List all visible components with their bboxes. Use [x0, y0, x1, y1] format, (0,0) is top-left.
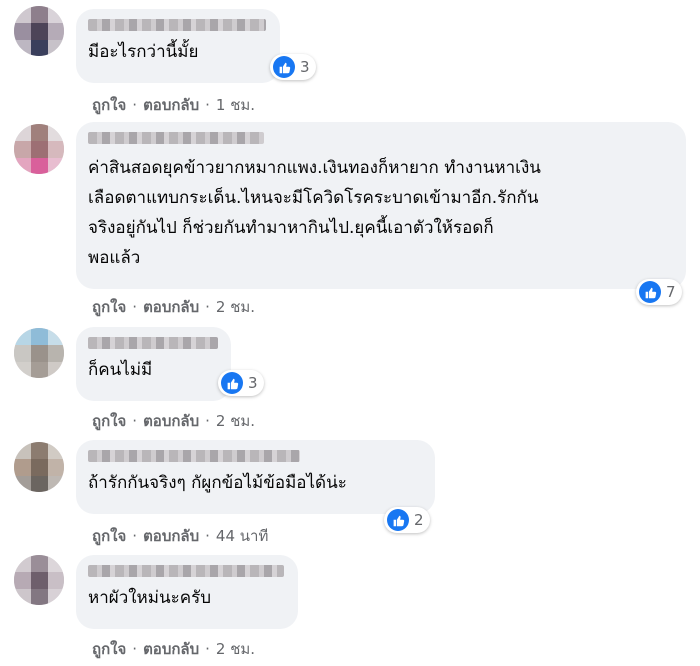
thumbs-up-icon: [273, 56, 295, 78]
avatar[interactable]: [14, 124, 64, 174]
like-button[interactable]: ถูกใจ: [92, 96, 126, 114]
separator-dot: ·: [205, 412, 210, 430]
comment-text: ก็คนไม่มี: [88, 360, 153, 380]
timestamp[interactable]: 2 ชม.: [216, 412, 255, 430]
comment-text: มีอะไรกว่านี้มั้ย: [88, 42, 199, 62]
timestamp[interactable]: 44 นาที: [216, 527, 268, 545]
blurred-author-name[interactable]: [88, 132, 264, 144]
like-button[interactable]: ถูกใจ: [92, 298, 126, 316]
reaction-badge[interactable]: 2: [384, 507, 430, 533]
comment-bubble: ถ้ารักกันจริงๆ กัผูกข้อไม้ข้อมือได้น่ะ: [76, 440, 435, 514]
comment-bubble: หาผัวใหม่นะครับ: [76, 555, 298, 629]
like-count: 3: [300, 58, 310, 76]
like-button[interactable]: ถูกใจ: [92, 527, 126, 545]
comment-actions: ถูกใจ · ตอบกลับ · 2 ชม.: [92, 637, 255, 661]
separator-dot: ·: [132, 640, 138, 658]
avatar[interactable]: [14, 442, 64, 492]
thumbs-up-icon: [387, 509, 409, 531]
separator-dot: ·: [205, 527, 210, 545]
avatar[interactable]: [14, 555, 64, 605]
separator-dot: ·: [132, 298, 138, 316]
comment-text: หาผัวใหม่นะครับ: [88, 588, 212, 608]
comment-actions: ถูกใจ · ตอบกลับ · 44 นาที: [92, 524, 268, 548]
reply-button[interactable]: ตอบกลับ: [143, 96, 199, 114]
separator-dot: ·: [132, 527, 138, 545]
comment-text: ค่าสินสอดยุคข้าวยากหมากแพง.เงินทองก็หายา…: [88, 158, 541, 268]
like-button[interactable]: ถูกใจ: [92, 412, 126, 430]
comment-text: ถ้ารักกันจริงๆ กัผูกข้อไม้ข้อมือได้น่ะ: [88, 473, 347, 493]
separator-dot: ·: [132, 96, 138, 114]
blurred-author-name[interactable]: [88, 450, 300, 462]
avatar[interactable]: [14, 328, 64, 378]
separator-dot: ·: [205, 640, 210, 658]
blurred-author-name[interactable]: [88, 565, 284, 577]
like-button[interactable]: ถูกใจ: [92, 640, 126, 658]
reply-button[interactable]: ตอบกลับ: [143, 640, 199, 658]
separator-dot: ·: [132, 412, 138, 430]
like-count: 7: [666, 283, 676, 301]
timestamp[interactable]: 2 ชม.: [216, 298, 255, 316]
reply-button[interactable]: ตอบกลับ: [143, 412, 199, 430]
separator-dot: ·: [205, 298, 210, 316]
comment-actions: ถูกใจ · ตอบกลับ · 1 ชม.: [92, 93, 255, 117]
comment-bubble: ค่าสินสอดยุคข้าวยากหมากแพง.เงินทองก็หายา…: [76, 122, 686, 289]
timestamp[interactable]: 1 ชม.: [216, 96, 255, 114]
reaction-badge[interactable]: 3: [218, 370, 264, 396]
reaction-badge[interactable]: 7: [636, 279, 682, 305]
separator-dot: ·: [205, 96, 210, 114]
comment-actions: ถูกใจ · ตอบกลับ · 2 ชม.: [92, 295, 255, 319]
blurred-author-name[interactable]: [88, 337, 218, 349]
reply-button[interactable]: ตอบกลับ: [143, 527, 199, 545]
thumbs-up-icon: [221, 372, 243, 394]
like-count: 2: [414, 511, 424, 529]
reply-button[interactable]: ตอบกลับ: [143, 298, 199, 316]
avatar[interactable]: [14, 6, 64, 56]
comment-actions: ถูกใจ · ตอบกลับ · 2 ชม.: [92, 409, 255, 433]
comment-bubble: มีอะไรกว่านี้มั้ย: [76, 9, 280, 83]
like-count: 3: [248, 374, 258, 392]
thumbs-up-icon: [639, 281, 661, 303]
blurred-author-name[interactable]: [88, 19, 266, 31]
timestamp[interactable]: 2 ชม.: [216, 640, 255, 658]
comment-bubble: ก็คนไม่มี: [76, 327, 231, 401]
reaction-badge[interactable]: 3: [270, 54, 316, 80]
